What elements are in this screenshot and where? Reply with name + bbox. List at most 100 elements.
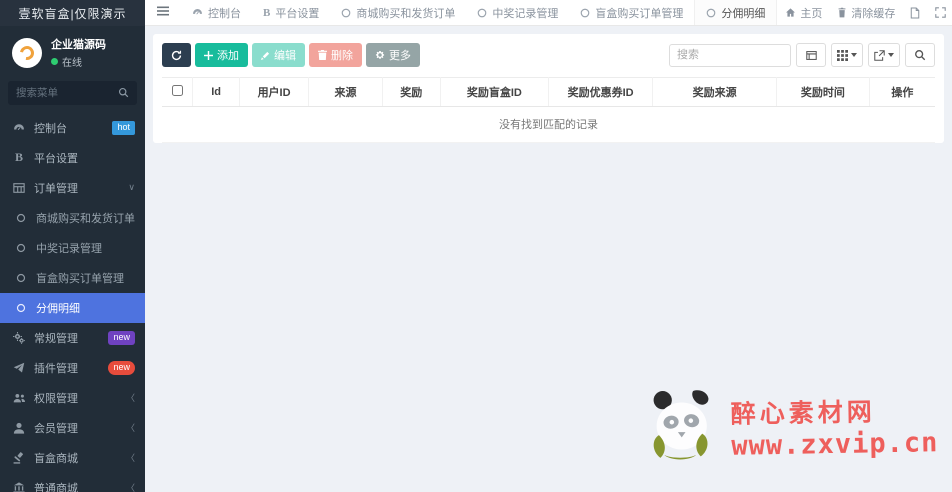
chevron-down-icon: ∨ — [128, 182, 135, 192]
tab-platform-settings[interactable]: B 平台设置 — [252, 0, 330, 25]
b-icon: B — [14, 150, 23, 164]
sidebar-item-member-management[interactable]: 会员管理 〈 — [0, 413, 145, 443]
chevron-left-icon: 〈 — [125, 483, 135, 492]
more-button[interactable]: 更多 — [366, 43, 420, 67]
empty-message: 没有找到匹配的记录 — [162, 106, 935, 143]
fullscreen-button[interactable] — [935, 7, 947, 18]
search-icon — [118, 87, 129, 98]
select-all-checkbox[interactable] — [171, 85, 183, 96]
menu-label: 控制台 — [34, 122, 67, 135]
menu-label: 平台设置 — [34, 152, 78, 165]
column-header-user-id[interactable]: 用户ID — [238, 77, 310, 107]
records-table: Id 用户ID 来源 奖励 奖励盲盒ID 奖励优惠券ID 奖励来源 奖励时间 操… — [162, 77, 935, 143]
clear-cache-label: 清除缓存 — [851, 7, 896, 20]
tab-winning-records[interactable]: 中奖记录管理 — [466, 0, 569, 25]
sidebar-menu: 控制台 hot B 平台设置 订单管理 ∨ 商城购买和发货订单 中奖记录管理 盲… — [0, 113, 145, 492]
circle-icon — [14, 303, 28, 313]
column-header-actions[interactable]: 操作 — [868, 77, 935, 107]
new-badge: new — [108, 330, 135, 345]
caret-down-icon — [851, 53, 857, 57]
sidebar-item-general-management[interactable]: 常规管理 new — [0, 323, 145, 353]
sidebar-item-console[interactable]: 控制台 hot — [0, 113, 145, 143]
column-header-reward-source[interactable]: 奖励来源 — [652, 77, 777, 107]
trash-icon — [318, 50, 327, 60]
tab-console[interactable]: 控制台 — [181, 0, 252, 25]
table-icon — [12, 182, 26, 194]
empty-row: 没有找到匹配的记录 — [162, 106, 935, 143]
fullscreen-icon — [935, 7, 947, 18]
column-header-reward-time[interactable]: 奖励时间 — [775, 77, 870, 107]
sidebar-item-commission-detail[interactable]: 分佣明细 — [0, 292, 145, 323]
column-header-source[interactable]: 来源 — [308, 77, 383, 107]
search-button[interactable] — [905, 43, 935, 67]
new-badge: new — [108, 360, 135, 375]
menu-label: 会员管理 — [34, 422, 78, 435]
gear-icon — [375, 50, 385, 59]
user-name: 企业猫源码 — [51, 39, 106, 51]
avatar[interactable] — [12, 37, 42, 68]
sidebar-item-blindbox-mall[interactable]: 盲盒商城 〈 — [0, 443, 145, 473]
export-button[interactable] — [868, 43, 900, 67]
column-header-id[interactable]: Id — [192, 77, 240, 107]
tab-label: 平台设置 — [275, 7, 320, 20]
bank-icon — [12, 481, 26, 492]
dashboard-icon — [12, 122, 26, 134]
toggle-view-button[interactable] — [796, 43, 826, 67]
menu-label: 常规管理 — [34, 332, 78, 345]
sidebar-item-platform-settings[interactable]: B 平台设置 — [0, 143, 145, 173]
sidebar-item-order-management[interactable]: 订单管理 ∨ — [0, 173, 145, 203]
cogs-icon — [12, 331, 26, 344]
watermark: 醉心素材网 www.zxvip.cn — [645, 388, 939, 464]
avatar-logo — [17, 43, 37, 63]
refresh-button[interactable] — [162, 43, 191, 67]
gavel-icon — [12, 451, 26, 464]
sidebar-item-winning-records[interactable]: 中奖记录管理 — [0, 233, 145, 263]
main-content: 添加 编辑 删除 更多 搜索 Id 用户ID 来源 奖励 奖励盲盒ID 奖励优惠… — [145, 26, 952, 492]
tab-commission-detail[interactable]: 分佣明细 — [694, 0, 778, 25]
edit-button[interactable]: 编辑 — [252, 43, 305, 67]
tab-label: 中奖记录管理 — [492, 7, 559, 20]
tab-label: 控制台 — [208, 7, 241, 20]
sidebar-item-general-mall[interactable]: 普通商城 〈 — [0, 473, 145, 492]
online-dot — [51, 57, 58, 65]
data-panel: 添加 编辑 删除 更多 搜索 Id 用户ID 来源 奖励 奖励盲盒ID 奖励优惠… — [153, 34, 944, 143]
chevron-left-icon: 〈 — [125, 453, 135, 463]
top-nav: 控制台 B 平台设置 商城购买和发货订单 中奖记录管理 盲盒购买订单管理 分佣明… — [145, 0, 952, 26]
tab-label: 分佣明细 — [721, 7, 766, 20]
column-header-reward-box-id[interactable]: 奖励盲盒ID — [439, 77, 549, 107]
export-icon — [874, 49, 885, 61]
clear-cache-button[interactable]: 清除缓存 — [837, 5, 895, 21]
sidebar-item-blindbox-orders[interactable]: 盲盒购买订单管理 — [0, 263, 145, 293]
sidebar: 企业猫源码 在线 控制台 hot B 平台设置 订单管理 ∨ — [0, 26, 145, 492]
toolbar-right — [669, 43, 935, 67]
top-utilities: 主页 清除缓存 - 企业猫源码 — [777, 0, 952, 25]
search-icon — [915, 50, 926, 61]
top-bar: 壹软盲盒|仅限演示 控制台 B 平台设置 商城购买和发货订单 中奖记录管理 盲盒… — [0, 0, 952, 26]
caret-down-icon — [888, 53, 894, 57]
columns-button[interactable] — [831, 43, 863, 67]
sidebar-item-mall-orders[interactable]: 商城购买和发货订单 — [0, 203, 145, 233]
user-status: 在线 — [51, 54, 106, 69]
file-shortcut-button[interactable] — [910, 7, 920, 19]
dashboard-icon — [192, 7, 203, 18]
tab-mall-orders[interactable]: 商城购买和发货订单 — [330, 0, 466, 25]
users-icon — [12, 392, 26, 404]
table-search-input[interactable] — [669, 43, 791, 67]
tab-blindbox-orders[interactable]: 盲盒购买订单管理 — [569, 0, 694, 25]
sidebar-item-permission-management[interactable]: 权限管理 〈 — [0, 383, 145, 413]
app-logo: 壹软盲盒|仅限演示 — [0, 0, 145, 26]
column-header-reward-coupon-id[interactable]: 奖励优惠券ID — [547, 77, 654, 107]
menu-label: 分佣明细 — [36, 302, 80, 315]
sidebar-item-plugin-management[interactable]: 插件管理 new — [0, 353, 145, 383]
trash-icon — [837, 7, 847, 18]
column-header-reward[interactable]: 奖励 — [381, 77, 441, 107]
add-button[interactable]: 添加 — [195, 43, 248, 67]
menu-search-input[interactable] — [16, 86, 118, 99]
menu-label: 中奖记录管理 — [36, 242, 102, 255]
sidebar-toggle-button[interactable] — [145, 0, 181, 25]
chevron-left-icon: 〈 — [125, 423, 135, 433]
circle-icon — [14, 213, 28, 223]
home-link[interactable]: 主页 — [785, 5, 822, 21]
delete-button[interactable]: 删除 — [309, 43, 362, 67]
menu-search-box[interactable] — [8, 80, 137, 105]
